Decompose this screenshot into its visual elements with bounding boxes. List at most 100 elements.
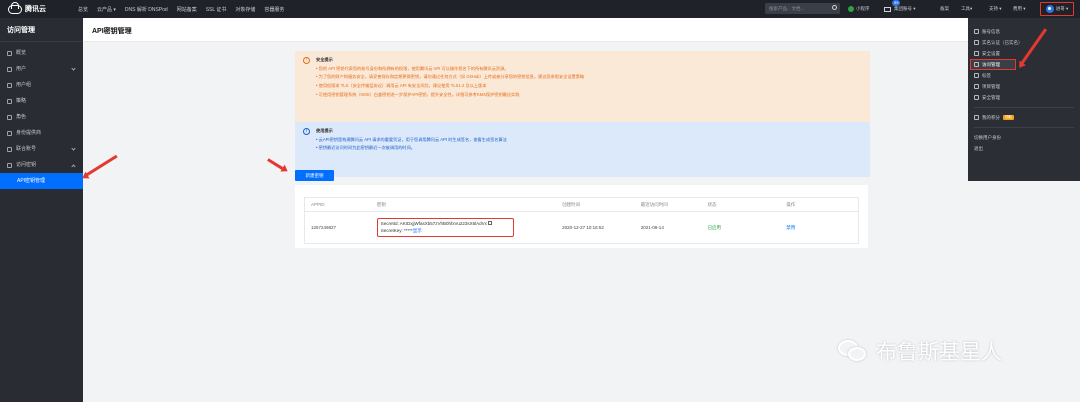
tools-menu[interactable]: 工具▾ xyxy=(961,0,972,18)
sidebar-item-federated-accounts[interactable]: 联合账号 xyxy=(0,141,83,157)
created-cell: 2020-12-27 10:16:52 xyxy=(562,225,604,230)
menu-item-access-management[interactable]: 访问管理 xyxy=(970,59,1016,70)
disable-key-link[interactable]: 禁用 xyxy=(780,225,858,231)
sidebar: 访问管理 概览 用户 用户组 策略 角色 身份提供商 联合账号 访问密钥 API… xyxy=(0,18,83,402)
chevron-down-icon xyxy=(71,146,76,151)
search-icon[interactable] xyxy=(832,5,837,10)
sidebar-item-overview[interactable]: 概览 xyxy=(0,45,83,61)
support-menu[interactable]: 支持 ▾ xyxy=(989,0,1002,18)
wechat-watermark: 布鲁斯基星人 xyxy=(838,336,1002,366)
tencent-cloud-logo[interactable]: 腾讯云 xyxy=(8,1,78,14)
table-row: 1257249827 SecretId: AKIDxjjWfasXb57zVhB… xyxy=(305,212,858,243)
nav-ssl[interactable]: SSL 证书 xyxy=(206,6,227,13)
sidebar-item-roles[interactable]: 角色 xyxy=(0,109,83,125)
sidebar-item-api-key-management[interactable]: API密钥管理 xyxy=(0,173,83,189)
nav-products[interactable]: 云产品 ▾ xyxy=(97,6,116,13)
search-input[interactable]: 搜索产品、文档... xyxy=(765,3,840,14)
menu-item-switch-role[interactable]: 切换用户身份 xyxy=(968,132,1080,143)
notice-line: • 使用低版本 TLS（安全传输层协议）调用云 API 有安全风险，建议使用 T… xyxy=(316,83,487,89)
secret-key: SecretKey: *****显示 xyxy=(381,228,510,235)
user-account-menu[interactable]: 进哥 ▾ xyxy=(1040,2,1074,16)
sidebar-item-label: API密钥管理 xyxy=(17,178,46,184)
watermark-text: 布鲁斯基星人 xyxy=(876,340,1002,364)
sidebar-item-policies[interactable]: 策略 xyxy=(0,93,83,109)
user-icon xyxy=(7,66,12,72)
table-header: APPID 密钥 创建时间 最近访问时间 状态 操作 xyxy=(305,198,858,212)
notice-line: • 可使用密钥管理系统（KMS）白盒密钥进一步保护API密钥，提升安全性。详细可… xyxy=(316,91,520,97)
menu-divider xyxy=(974,127,1074,128)
notice-line: • 您的 API 密钥代表您的账号身份和所拥有的权限，使用腾讯云 API 可以操… xyxy=(316,65,509,71)
chevron-down-icon xyxy=(71,66,76,71)
mini-program-link[interactable]: 小程序 xyxy=(848,0,870,18)
key-table: APPID 密钥 创建时间 最近访问时间 状态 操作 1257249827 Se… xyxy=(304,197,859,244)
menu-item-account-info[interactable]: 账号信息 xyxy=(968,26,1080,37)
sidebar-title: 访问管理 xyxy=(0,18,83,42)
appid-cell: 1257249827 xyxy=(311,225,337,230)
menu-item-label: 切换用户身份 xyxy=(974,135,1001,140)
identity-icon xyxy=(7,130,12,136)
last-access-cell: 2021-08-14 xyxy=(640,225,664,230)
sidebar-item-users[interactable]: 用户 xyxy=(0,61,83,77)
sidebar-item-user-groups[interactable]: 用户组 xyxy=(0,77,83,93)
new-key-button[interactable]: 新建密钥 xyxy=(295,170,334,181)
col-key: 密钥 xyxy=(376,201,386,207)
col-appid: APPID xyxy=(311,202,325,207)
tools-label: 工具▾ xyxy=(961,6,973,11)
notice-title: 安全提示 xyxy=(316,57,333,62)
filing-label: 备案 xyxy=(940,6,949,11)
nav-cos[interactable]: 对象存储 xyxy=(235,6,255,13)
shield-icon xyxy=(974,51,979,56)
sidebar-item-label: 用户 xyxy=(16,66,27,72)
menu-item-projects[interactable]: 项目管理 xyxy=(968,81,1080,92)
menu-item-label: 我的积分 xyxy=(982,115,1000,120)
role-icon xyxy=(7,114,12,120)
show-secret-key-link[interactable]: 显示 xyxy=(413,228,422,233)
menu-item-points[interactable]: 我的积分 领取 xyxy=(968,112,1080,123)
grid-icon xyxy=(7,50,12,56)
key-highlight-box: SecretId: AKIDxjjWfasXb57zVhB0hfxVu223sX… xyxy=(376,218,514,237)
sidebar-item-access-keys[interactable]: 访问密钥 xyxy=(0,157,83,173)
key-cell: SecretId: AKIDxjjWfasXb57zVhB0hfxVu223sX… xyxy=(371,218,556,237)
sidebar-item-identity-providers[interactable]: 身份提供商 xyxy=(0,125,83,141)
menu-item-label: 项目管理 xyxy=(982,84,1000,89)
copy-icon[interactable] xyxy=(488,221,493,225)
menu-item-logout[interactable]: 退出 xyxy=(968,143,1080,154)
col-action: 操作 xyxy=(786,201,796,207)
menu-item-real-name-auth[interactable]: 实名认证（已实名） xyxy=(968,37,1080,48)
billing-menu[interactable]: 费用 ▾ xyxy=(1013,0,1026,18)
avatar-icon xyxy=(1045,5,1054,13)
group-account-menu[interactable]: 集团账号 ▾ xyxy=(894,0,916,18)
nav-container[interactable]: 容器服务 xyxy=(264,6,284,13)
menu-item-label: 标签 xyxy=(982,73,991,78)
menu-item-label: 访问管理 xyxy=(982,62,1000,67)
nav-filing[interactable]: 网站备案 xyxy=(177,6,197,13)
notice-line: • 为了您的财产和服务安全，请妥善保存和定期更换密钥，请勿通过任何方式（如 Gi… xyxy=(316,74,585,80)
lock-icon xyxy=(974,95,979,100)
sidebar-item-label: 策略 xyxy=(16,98,27,104)
warning-icon: ! xyxy=(303,57,310,64)
key-table-panel: APPID 密钥 创建时间 最近访问时间 状态 操作 1257249827 Se… xyxy=(295,185,868,248)
top-navbar: 腾讯云 总览 云产品 ▾ DNS 解析 DNSPod 网站备案 SSL 证书 对… xyxy=(0,0,1080,18)
access-management-icon xyxy=(974,62,979,67)
mini-program-label: 小程序 xyxy=(856,6,870,11)
nav-dnspod[interactable]: DNS 解析 DNSPod xyxy=(125,6,168,13)
billing-label: 费用 ▾ xyxy=(1013,6,1026,11)
federation-icon xyxy=(7,146,12,152)
project-icon xyxy=(974,84,979,89)
menu-item-security-management[interactable]: 安全管理 xyxy=(968,92,1080,103)
id-card-icon xyxy=(974,40,979,45)
secret-key-text: SecretKey: ***** xyxy=(380,227,413,233)
nav-overview[interactable]: 总览 xyxy=(78,6,88,13)
sidebar-item-label: 联合账号 xyxy=(16,146,37,152)
menu-divider xyxy=(974,107,1074,108)
user-icon xyxy=(974,29,979,34)
promo-badge: 领取 xyxy=(1003,115,1014,120)
menu-item-tags[interactable]: 标签 xyxy=(968,70,1080,81)
sidebar-item-label: 用户组 xyxy=(16,82,32,88)
filing-link[interactable]: 备案 xyxy=(940,0,949,18)
chevron-up-icon xyxy=(71,164,76,169)
sidebar-item-label: 访问密钥 xyxy=(16,162,37,168)
secret-id-text: SecretId: AKIDxjjWfasXb57zVhB0hfxVu223sX… xyxy=(380,221,487,226)
usage-notice: i 使用提示 • 云API密钥是构建腾讯云 API 请求的重要凭证，用于您调用腾… xyxy=(295,122,870,177)
page-title: API密钥管理 xyxy=(83,18,968,42)
